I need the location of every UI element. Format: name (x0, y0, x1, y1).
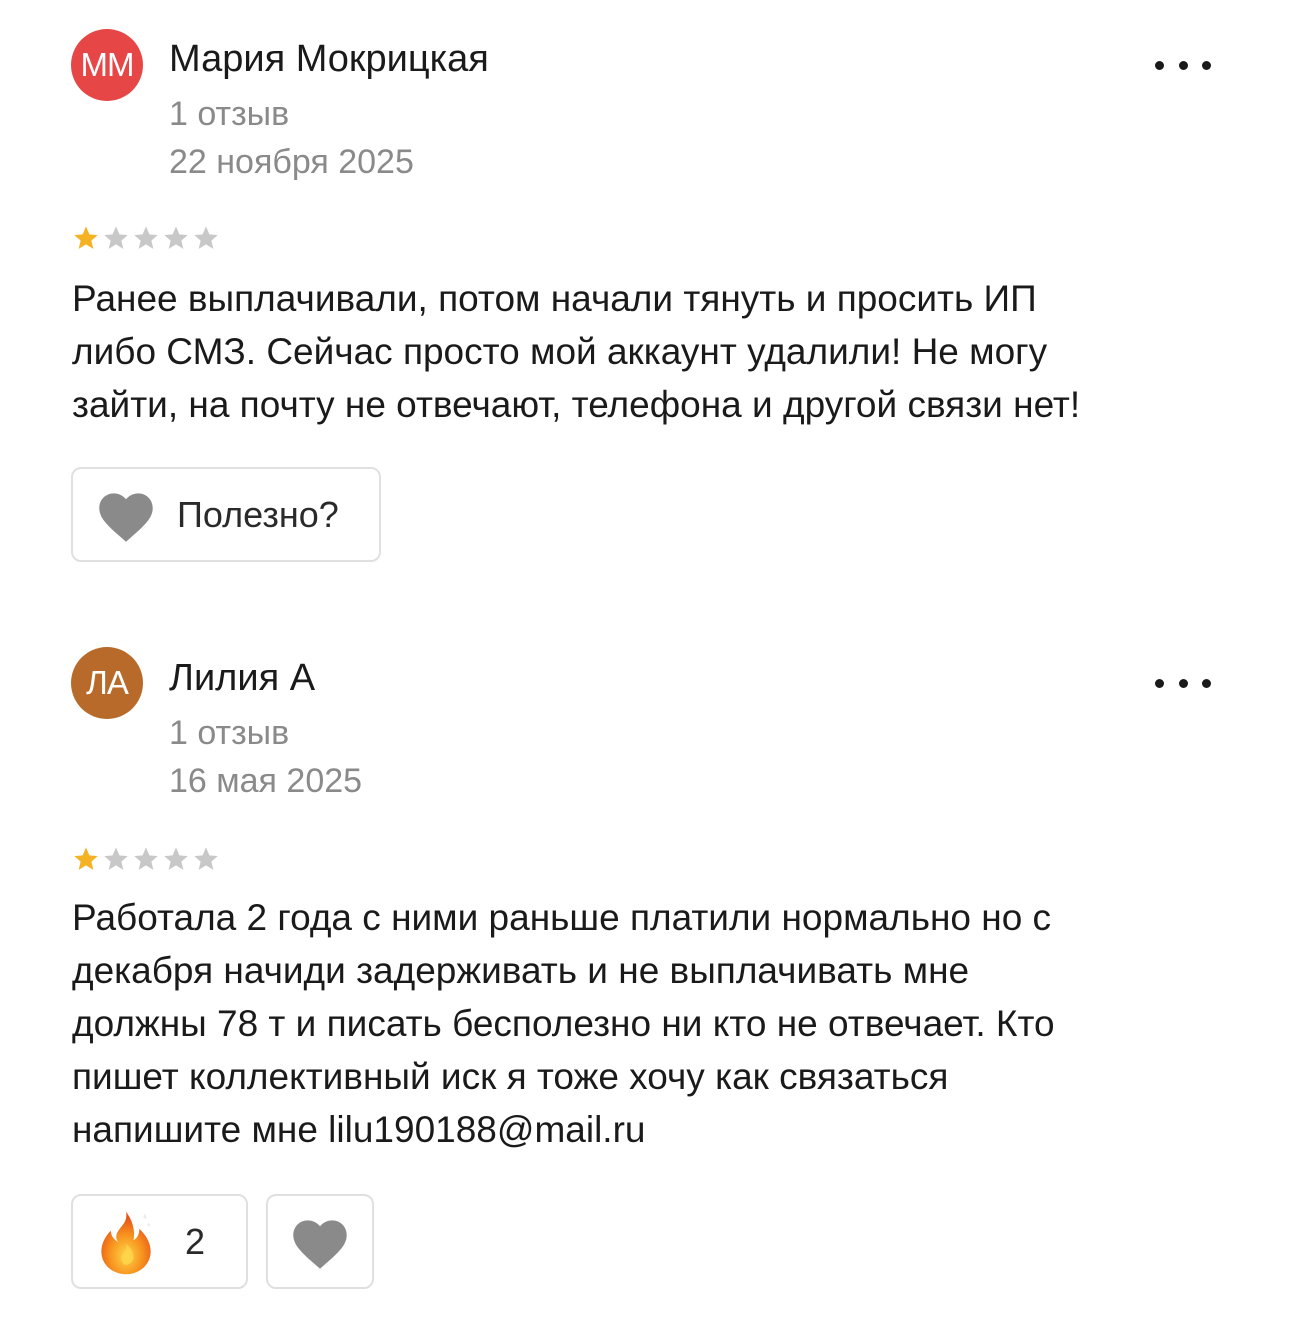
star-icon (134, 847, 158, 870)
review-card: ММ Мария Мокрицкая 1 отзыв 22 ноября 202… (0, 0, 1289, 600)
author-review-count: 1 отзыв (169, 714, 290, 752)
more-dots-icon (1155, 678, 1164, 688)
avatar-initials: ЛА (86, 664, 129, 701)
star-icon (194, 226, 218, 249)
author-name[interactable]: Мария Мокрицкая (169, 38, 489, 81)
like-button[interactable] (266, 1194, 374, 1289)
star-icon (164, 847, 188, 870)
author-name[interactable]: Лилия А (169, 657, 315, 700)
avatar-initials: ММ (80, 46, 135, 83)
more-options-button[interactable] (1155, 53, 1211, 77)
fire-emoji-icon (101, 1211, 151, 1274)
star-rating (72, 224, 220, 252)
star-icon (164, 226, 188, 249)
star-icon (134, 226, 158, 249)
fire-reaction-count: 2 (185, 1220, 206, 1262)
fire-reaction-button[interactable]: 2 (71, 1194, 248, 1289)
star-icon (74, 847, 98, 870)
star-icon (104, 226, 128, 249)
more-dots-icon (1155, 60, 1164, 70)
helpful-button[interactable]: Полезно? (71, 467, 381, 562)
avatar[interactable]: ММ (71, 29, 143, 101)
star-icon (194, 847, 218, 870)
author-review-count: 1 отзыв (169, 95, 290, 133)
avatar[interactable]: ЛА (71, 647, 143, 719)
review-date: 16 мая 2025 (169, 762, 363, 800)
heart-icon (293, 1219, 347, 1269)
review-date: 22 ноября 2025 (169, 143, 414, 181)
review-text: Ранее выплачивали, потом начали тянуть и… (72, 278, 1081, 425)
star-icon (104, 847, 128, 870)
heart-icon (99, 492, 153, 542)
review-text: Работала 2 года с ними раньше платили но… (72, 897, 1055, 1150)
star-rating (72, 845, 220, 873)
more-options-button[interactable] (1155, 671, 1211, 695)
helpful-label: Полезно? (177, 493, 339, 535)
star-icon (74, 226, 98, 249)
